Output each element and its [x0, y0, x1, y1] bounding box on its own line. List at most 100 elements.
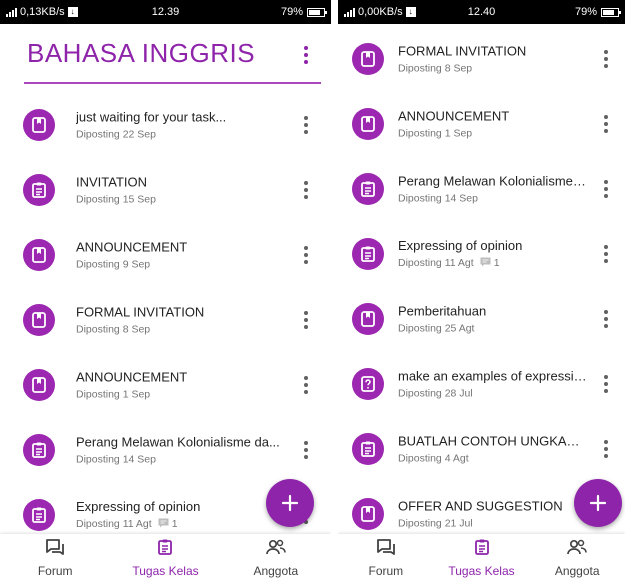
- nav-forum[interactable]: Forum: [0, 534, 110, 582]
- nav-anggota[interactable]: Anggota: [221, 534, 331, 582]
- assignment-icon: [352, 237, 384, 270]
- item-text: BUATLAH CONTOH UNGKAPAN... Diposting 4 Ag…: [398, 433, 587, 464]
- list-item[interactable]: Pemberitahuan Diposting 25 Agt: [338, 286, 625, 351]
- item-text: Expressing of opinion Diposting 11 Agt 1: [76, 499, 293, 531]
- list-item[interactable]: BUATLAH CONTOH UNGKAPAN... Diposting 4 Ag…: [338, 416, 625, 481]
- battery-percent: 79%: [280, 6, 303, 18]
- nav-anggota[interactable]: Anggota: [529, 534, 625, 582]
- item-date: Diposting 15 Sep: [76, 193, 156, 205]
- forum-icon: [45, 538, 65, 561]
- item-text: Pemberitahuan Diposting 25 Agt: [398, 303, 587, 334]
- status-time: 12.39: [151, 6, 180, 18]
- item-text: FORMAL INVITATION Diposting 8 Sep: [398, 43, 587, 74]
- status-bar: 0,00KB/s ↓ 12.40 79%: [338, 0, 625, 24]
- list-item[interactable]: make an examples of expressing... Diposti…: [338, 351, 625, 416]
- book-icon: [23, 368, 55, 401]
- header-divider: [24, 82, 321, 84]
- item-more-button[interactable]: [303, 245, 309, 264]
- list-item[interactable]: ANNOUNCEMENT Diposting 1 Sep: [338, 91, 625, 156]
- signal-icon: [344, 7, 355, 17]
- item-more-button[interactable]: [303, 115, 309, 134]
- item-more-button[interactable]: [603, 114, 609, 133]
- item-title: Pemberitahuan: [398, 303, 487, 318]
- more-vert-icon: [303, 440, 309, 459]
- list-item[interactable]: Perang Melawan Kolonialisme da... Diposti…: [0, 417, 331, 482]
- book-icon: [23, 108, 55, 141]
- page-title: BAHASA INGGRIS: [27, 38, 256, 68]
- book-icon: [23, 303, 55, 336]
- book-icon: [352, 107, 384, 140]
- item-more-button[interactable]: [603, 439, 609, 458]
- item-more-button[interactable]: [303, 310, 309, 329]
- item-text: INVITATION Diposting 15 Sep: [76, 174, 293, 205]
- nav-tugas-kelas[interactable]: Tugas Kelas: [110, 534, 220, 582]
- list-item[interactable]: FORMAL INVITATION Diposting 8 Sep: [338, 26, 625, 91]
- item-text: ANNOUNCEMENT Diposting 1 Sep: [398, 108, 587, 139]
- item-title: Expressing of opinion: [76, 498, 201, 514]
- item-more-button[interactable]: [603, 244, 609, 263]
- item-title: ANNOUNCEMENT: [76, 239, 188, 254]
- add-fab-button[interactable]: [574, 479, 622, 527]
- list-item[interactable]: ANNOUNCEMENT Diposting 1 Sep: [0, 352, 331, 417]
- nav-label: Forum: [368, 564, 404, 578]
- assignment-icon: [352, 432, 384, 465]
- list-item[interactable]: INVITATION Diposting 15 Sep: [0, 157, 331, 222]
- item-text: Perang Melawan Kolonialisme da... Diposti…: [76, 434, 293, 465]
- item-title: FORMAL INVITATION: [76, 304, 205, 319]
- list-item[interactable]: ANNOUNCEMENT Diposting 9 Sep: [0, 222, 331, 287]
- item-date: Diposting 1 Sep: [76, 388, 151, 400]
- class-header: BAHASA INGGRIS: [0, 24, 331, 86]
- assignment-icon: [23, 498, 55, 531]
- item-text: Expressing of opinion Diposting 11 Agt 1: [398, 238, 587, 270]
- item-date: Diposting 21 Jul: [398, 517, 473, 529]
- assignment-icon: [156, 538, 174, 561]
- screen-right: 0,00KB/s ↓ 12.40 79% FORMAL INVITATION Di…: [338, 0, 625, 582]
- plus-icon: [589, 494, 607, 512]
- item-title: Perang Melawan Kolonialisme da...: [76, 434, 280, 449]
- screen-left: 0,13KB/s ↓ 12.39 79% BAHASA INGGRIS just…: [0, 0, 331, 582]
- more-vert-icon: [303, 46, 309, 64]
- list-item[interactable]: Perang Melawan Kolonialisme da... Diposti…: [338, 156, 625, 221]
- item-title: Expressing of opinion: [398, 237, 523, 253]
- item-date: Diposting 8 Sep: [76, 323, 151, 335]
- item-more-button[interactable]: [603, 179, 609, 198]
- more-vert-icon: [603, 114, 609, 133]
- more-vert-icon: [303, 180, 309, 199]
- item-more-button[interactable]: [303, 375, 309, 394]
- list-item[interactable]: just waiting for your task... Diposting 2…: [0, 92, 331, 157]
- list-item[interactable]: FORMAL INVITATION Diposting 8 Sep: [0, 287, 331, 352]
- add-fab-button[interactable]: [266, 479, 314, 527]
- people-icon: [265, 538, 287, 561]
- screen-gap: [331, 0, 338, 582]
- item-title: BUATLAH CONTOH UNGKAPAN...: [398, 433, 587, 448]
- item-more-button[interactable]: [603, 49, 609, 68]
- item-more-button[interactable]: [603, 309, 609, 328]
- item-title: OFFER AND SUGGESTION: [398, 498, 563, 513]
- book-icon: [23, 238, 55, 271]
- nav-forum[interactable]: Forum: [338, 534, 434, 582]
- item-text: just waiting for your task... Diposting 2…: [76, 109, 293, 140]
- assignment-icon: [352, 172, 384, 205]
- more-vert-icon: [603, 244, 609, 263]
- more-vert-icon: [603, 309, 609, 328]
- classwork-list: FORMAL INVITATION Diposting 8 Sep ANNOUNCE…: [338, 26, 625, 546]
- people-icon: [566, 538, 588, 561]
- list-item[interactable]: Expressing of opinion Diposting 11 Agt 1: [338, 221, 625, 286]
- battery-percent: 79%: [574, 6, 598, 18]
- item-date: Diposting 11 Agt: [398, 257, 474, 269]
- item-more-button[interactable]: [303, 180, 309, 199]
- signal-icon: [6, 7, 17, 17]
- header-more-button[interactable]: [303, 46, 309, 64]
- item-date: Diposting 22 Sep: [76, 128, 156, 140]
- more-vert-icon: [303, 375, 309, 394]
- more-vert-icon: [603, 49, 609, 68]
- nav-tugas-kelas[interactable]: Tugas Kelas: [434, 534, 530, 582]
- plus-icon: [281, 494, 299, 512]
- download-icon: ↓: [405, 7, 416, 17]
- classwork-list: just waiting for your task... Diposting 2…: [0, 92, 331, 547]
- item-text: FORMAL INVITATION Diposting 8 Sep: [76, 304, 293, 335]
- battery-icon: [601, 7, 622, 17]
- item-date: Diposting 4 Agt: [398, 452, 469, 464]
- item-more-button[interactable]: [303, 440, 309, 459]
- item-more-button[interactable]: [603, 374, 609, 393]
